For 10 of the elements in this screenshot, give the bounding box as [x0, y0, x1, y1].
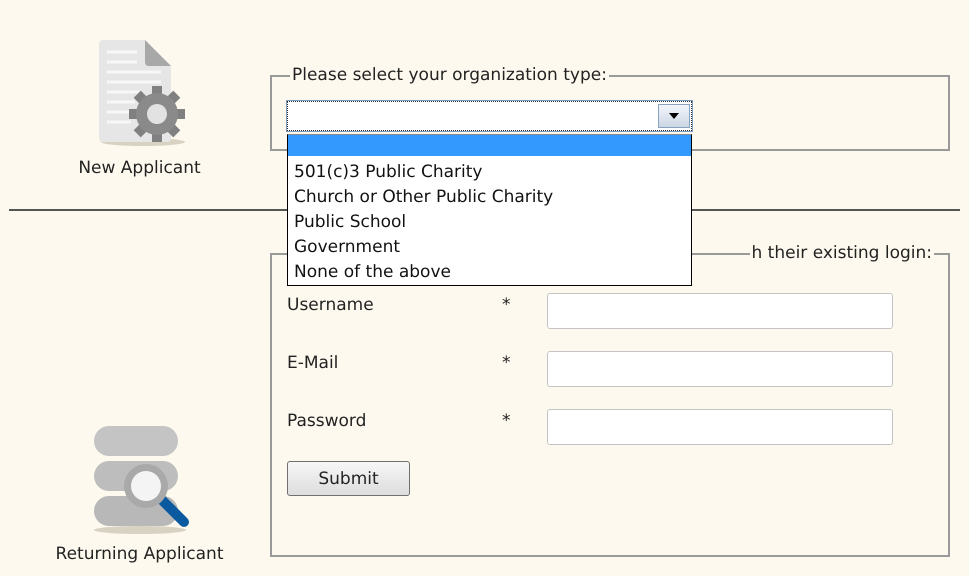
required-mark: * — [502, 353, 512, 373]
new-applicant-label: New Applicant — [78, 158, 201, 178]
field-label: E-Mail — [287, 353, 340, 373]
field-label: Password — [287, 411, 368, 431]
organization-legend: Please select your organization type: — [290, 65, 609, 85]
returning-applicant-label: Returning Applicant — [56, 544, 224, 564]
field-label: Username — [287, 295, 375, 315]
required-mark: * — [502, 295, 512, 315]
required-mark: * — [502, 411, 512, 431]
login-legend: h their existing login: — [750, 243, 934, 263]
